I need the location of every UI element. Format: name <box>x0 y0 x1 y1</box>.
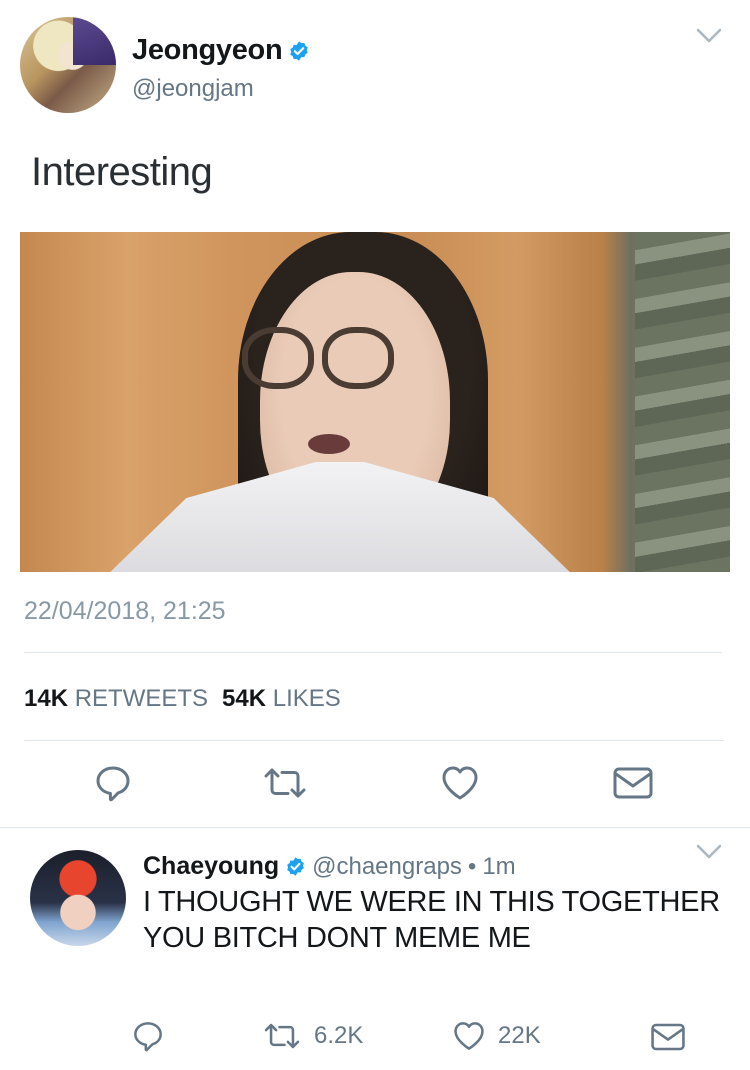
reply-action-bar: 6.2K 22K <box>0 1020 750 1054</box>
retweets-label: RETWEETS <box>74 685 209 712</box>
reply-icon <box>96 766 130 802</box>
retweet-count: 6.2K <box>314 1022 364 1049</box>
verified-badge-icon <box>287 857 304 876</box>
reply-button[interactable] <box>94 764 132 802</box>
like-button[interactable] <box>440 764 480 802</box>
retweets-count: 14K <box>24 685 69 712</box>
photo-glasses-right <box>322 327 394 389</box>
author-handle[interactable]: @jeongjam <box>132 75 254 103</box>
chevron-down-icon[interactable] <box>696 28 722 44</box>
author-avatar[interactable] <box>20 17 116 113</box>
engagement-stats: 14K RETWEETS 54K LIKES <box>24 685 341 713</box>
likes-stat[interactable]: 54K LIKES <box>222 685 341 713</box>
retweet-button[interactable]: 6.2K <box>262 1020 363 1052</box>
reply-button[interactable] <box>132 1020 164 1052</box>
reply-time[interactable]: 1m <box>482 853 515 881</box>
reply-author-display-name[interactable]: Chaeyoung <box>143 852 279 881</box>
reply-text: I THOUGHT WE WERE IN THIS TOGETHER YOU B… <box>143 884 743 956</box>
message-icon <box>613 767 653 799</box>
likes-label: LIKES <box>272 685 341 712</box>
reply-header: Chaeyoung @chaengraps • 1m <box>143 852 516 881</box>
divider <box>24 740 724 741</box>
reply-author-avatar[interactable] <box>30 850 126 946</box>
retweet-icon <box>264 1023 300 1049</box>
retweet-icon <box>264 768 306 798</box>
like-button[interactable]: 22K <box>452 1020 541 1052</box>
author-display-name[interactable]: Jeongyeon <box>132 34 283 67</box>
message-icon <box>651 1023 685 1051</box>
verified-badge-icon <box>290 40 309 61</box>
photo-mouth <box>308 434 350 454</box>
photo-shirt <box>100 462 580 572</box>
likes-count: 54K <box>222 685 267 712</box>
reply-author-handle[interactable]: @chaengraps <box>312 853 462 881</box>
like-count: 22K <box>498 1022 541 1049</box>
like-icon <box>454 1022 484 1050</box>
tweet-timestamp[interactable]: 22/04/2018, 21:25 <box>24 597 226 626</box>
chevron-down-icon[interactable] <box>696 844 722 860</box>
tweet-photo[interactable] <box>20 232 730 572</box>
reply-tweet: Chaeyoung @chaengraps • 1m I THOUGHT WE … <box>0 828 750 1070</box>
divider <box>24 652 722 653</box>
retweets-stat[interactable]: 14K RETWEETS <box>24 685 208 713</box>
message-button[interactable] <box>650 1022 686 1052</box>
retweet-button[interactable] <box>262 764 308 802</box>
reply-text-line: YOU BITCH DONT MEME ME <box>143 922 531 954</box>
like-icon <box>442 766 478 800</box>
reply-text-line: I THOUGHT WE WERE IN THIS TOGETHER <box>143 886 720 918</box>
photo-glasses-left <box>242 327 314 389</box>
photo-background <box>635 232 730 572</box>
reply-icon <box>134 1022 162 1052</box>
tweet-text: Interesting <box>31 150 213 194</box>
main-tweet: Jeongyeon @jeongjam Interesting 22/04/20… <box>0 0 750 828</box>
message-button[interactable] <box>612 766 654 800</box>
tweet-action-bar <box>0 764 750 804</box>
author-name-row: Jeongyeon <box>132 34 310 67</box>
separator-dot: • <box>467 852 477 880</box>
